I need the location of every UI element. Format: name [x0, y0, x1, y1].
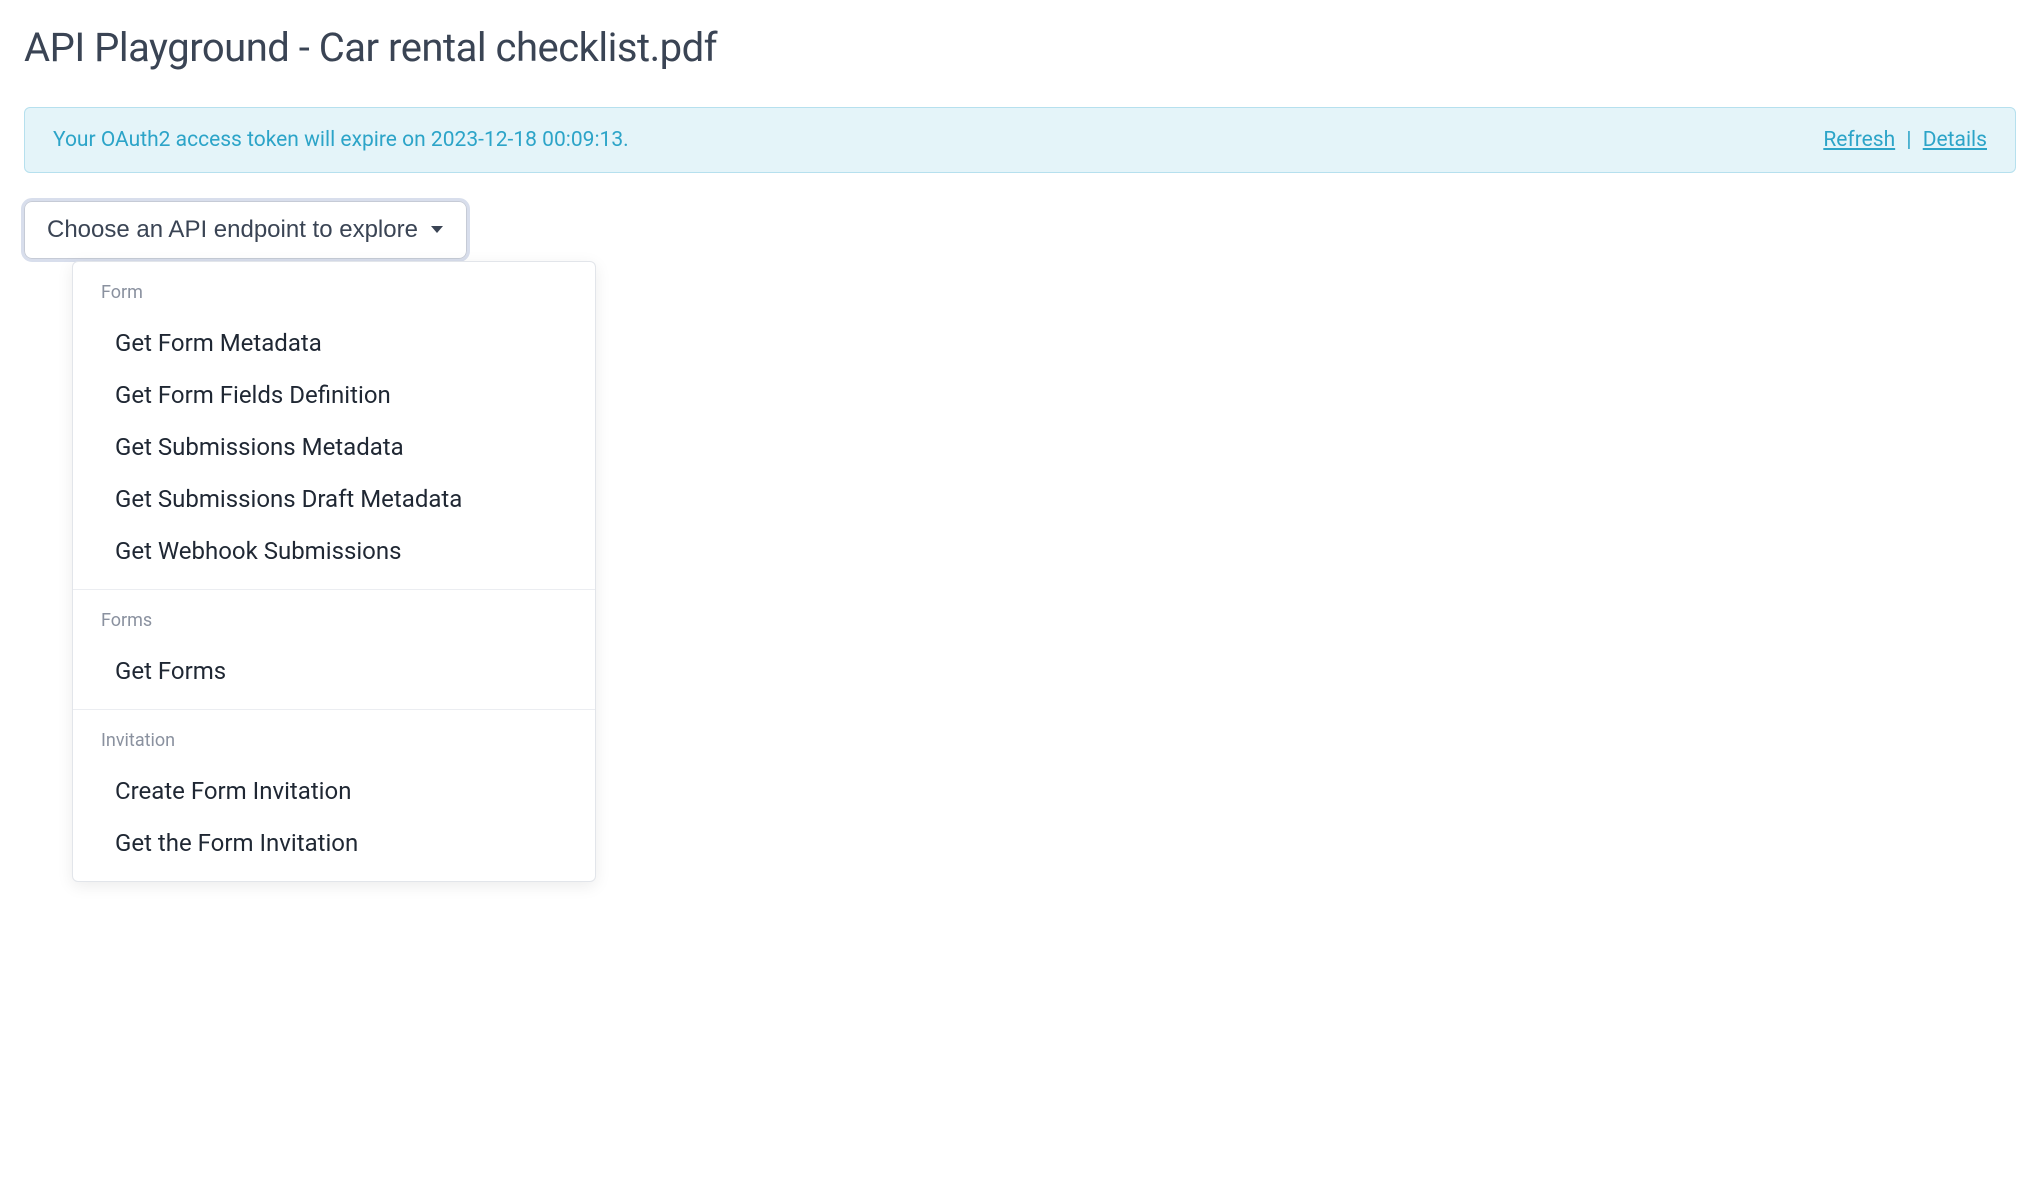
menu-item-get-forms[interactable]: Get Forms	[73, 645, 595, 697]
endpoint-dropdown: Choose an API endpoint to explore Form G…	[24, 201, 467, 259]
caret-down-icon	[430, 225, 444, 235]
alert-separator: |	[1906, 128, 1911, 152]
endpoint-dropdown-button[interactable]: Choose an API endpoint to explore	[24, 201, 467, 259]
token-expiry-alert: Your OAuth2 access token will expire on …	[24, 107, 2016, 173]
menu-item-get-webhook-submissions[interactable]: Get Webhook Submissions	[73, 525, 595, 577]
alert-message: Your OAuth2 access token will expire on …	[53, 128, 629, 152]
page-title: API Playground - Car rental checklist.pd…	[24, 24, 2016, 71]
menu-item-get-submissions-draft-metadata[interactable]: Get Submissions Draft Metadata	[73, 473, 595, 525]
group-header: Forms	[73, 610, 595, 645]
dropdown-group-forms: Forms Get Forms	[73, 590, 595, 710]
endpoint-dropdown-menu: Form Get Form Metadata Get Form Fields D…	[72, 261, 596, 882]
menu-item-get-form-metadata[interactable]: Get Form Metadata	[73, 317, 595, 369]
dropdown-button-label: Choose an API endpoint to explore	[47, 216, 418, 244]
alert-actions: Refresh | Details	[1823, 128, 1987, 152]
refresh-link[interactable]: Refresh	[1823, 128, 1895, 152]
menu-item-create-form-invitation[interactable]: Create Form Invitation	[73, 765, 595, 817]
group-header: Form	[73, 282, 595, 317]
menu-item-get-submissions-metadata[interactable]: Get Submissions Metadata	[73, 421, 595, 473]
dropdown-group-form: Form Get Form Metadata Get Form Fields D…	[73, 262, 595, 590]
group-header: Invitation	[73, 730, 595, 765]
details-link[interactable]: Details	[1923, 128, 1987, 152]
dropdown-group-invitation: Invitation Create Form Invitation Get th…	[73, 710, 595, 881]
menu-item-get-form-fields-definition[interactable]: Get Form Fields Definition	[73, 369, 595, 421]
menu-item-get-the-form-invitation[interactable]: Get the Form Invitation	[73, 817, 595, 869]
